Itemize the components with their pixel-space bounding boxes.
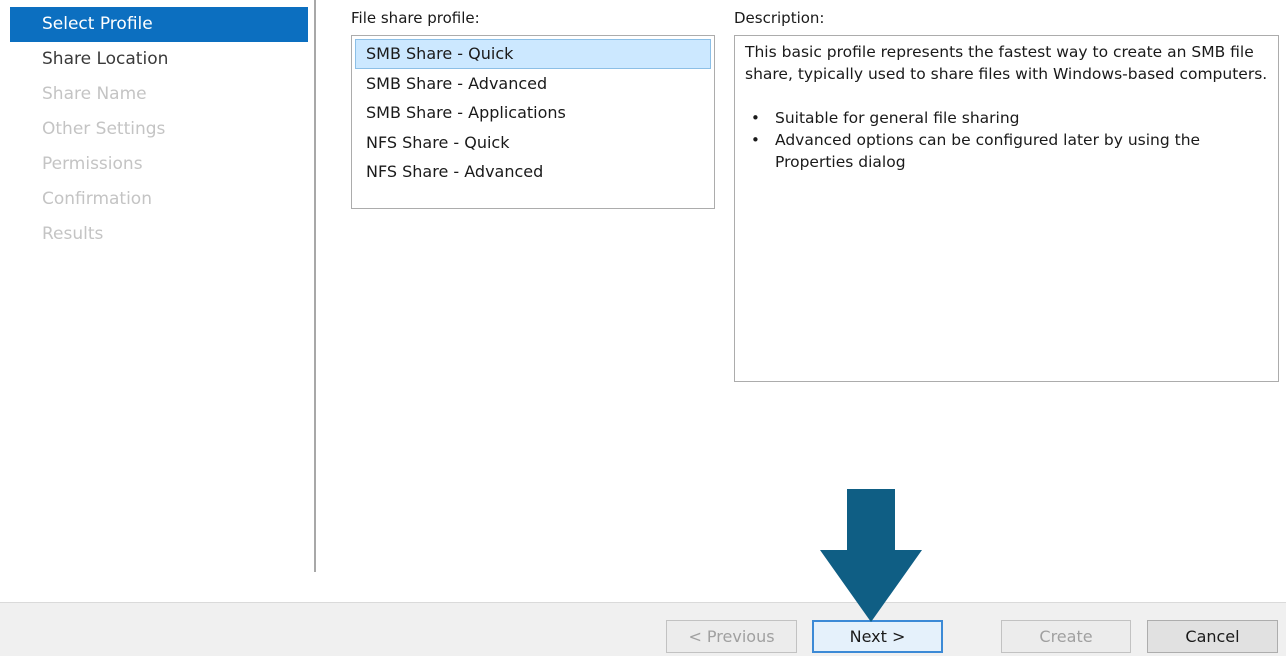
step-confirmation: Confirmation bbox=[42, 189, 152, 209]
bullet-icon: • bbox=[751, 109, 760, 127]
profile-item-smb-applications[interactable]: SMB Share - Applications bbox=[355, 98, 711, 128]
description-label: Description: bbox=[734, 9, 825, 27]
down-arrow-icon bbox=[820, 489, 922, 622]
create-button[interactable]: Create bbox=[1001, 620, 1131, 653]
profile-item-nfs-advanced[interactable]: NFS Share - Advanced bbox=[355, 157, 711, 187]
step-results: Results bbox=[42, 224, 104, 244]
bullet-text: Suitable for general file sharing bbox=[775, 109, 1020, 127]
profile-item-smb-advanced[interactable]: SMB Share - Advanced bbox=[355, 69, 711, 99]
previous-button[interactable]: < Previous bbox=[666, 620, 797, 653]
next-button[interactable]: Next > bbox=[812, 620, 943, 653]
description-bullet: • Advanced options can be configured late… bbox=[751, 129, 1268, 173]
step-share-name: Share Name bbox=[42, 84, 147, 104]
description-text: This basic profile represents the fastes… bbox=[745, 43, 1268, 83]
profile-list[interactable]: SMB Share - Quick SMB Share - Advanced S… bbox=[351, 35, 715, 209]
profile-list-label: File share profile: bbox=[351, 9, 480, 27]
step-permissions: Permissions bbox=[42, 154, 143, 174]
description-box: This basic profile represents the fastes… bbox=[734, 35, 1279, 382]
down-arrow-shape bbox=[820, 489, 922, 622]
profile-item-nfs-quick[interactable]: NFS Share - Quick bbox=[355, 128, 711, 158]
bullet-icon: • bbox=[751, 131, 760, 149]
wizard-step-list: Select Profile Share Location Share Name… bbox=[10, 7, 308, 252]
step-select-profile[interactable]: Select Profile bbox=[10, 7, 308, 42]
profile-item-smb-quick[interactable]: SMB Share - Quick bbox=[355, 39, 711, 69]
bullet-text: Advanced options can be configured later… bbox=[775, 131, 1201, 171]
step-other-settings: Other Settings bbox=[42, 119, 166, 139]
description-bullet: • Suitable for general file sharing bbox=[751, 107, 1268, 129]
nav-divider bbox=[314, 0, 316, 572]
description-bullets: • Suitable for general file sharing • Adva… bbox=[745, 107, 1268, 173]
wizard-footer: < Previous Next > Create Cancel bbox=[0, 602, 1286, 656]
step-share-location[interactable]: Share Location bbox=[10, 42, 308, 77]
cancel-button[interactable]: Cancel bbox=[1147, 620, 1278, 653]
